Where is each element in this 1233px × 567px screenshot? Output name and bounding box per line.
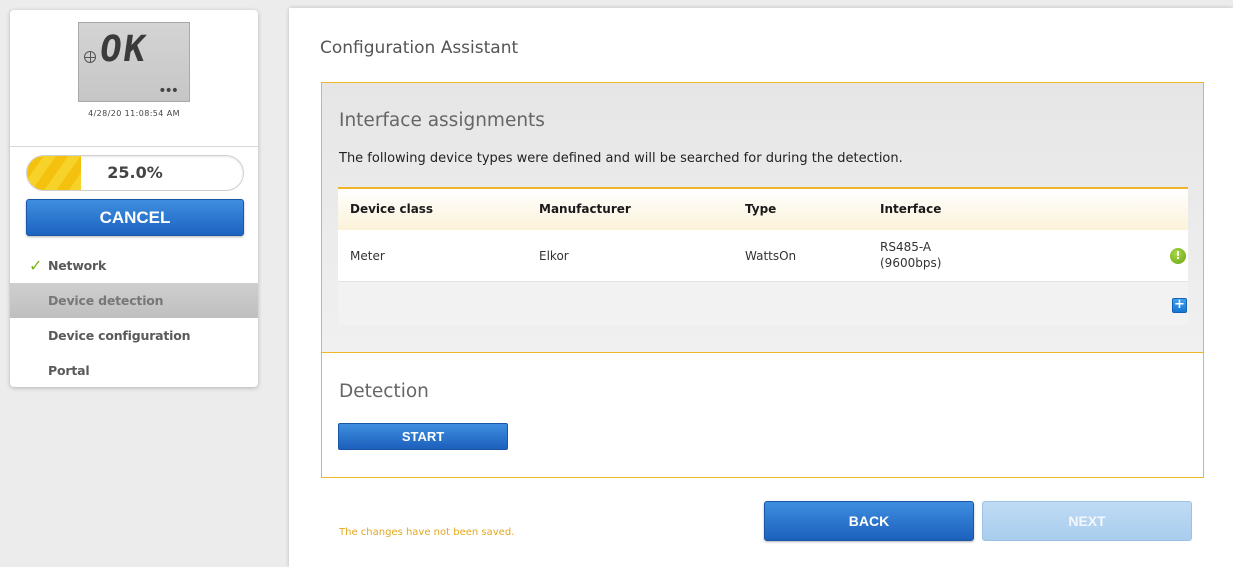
assistant-box: Interface assignments The following devi… — [321, 82, 1204, 478]
cell-manufacturer: Elkor — [539, 249, 569, 263]
column-manufacturer: Manufacturer — [539, 202, 631, 216]
step-network[interactable]: ✓ Network — [10, 248, 258, 283]
column-device-class: Device class — [350, 202, 434, 216]
check-icon: ✓ — [29, 256, 43, 275]
step-portal[interactable]: Portal — [10, 353, 258, 388]
start-button[interactable]: START — [338, 423, 508, 450]
cell-type: WattsOn — [745, 249, 797, 263]
interface-section: Interface assignments The following devi… — [322, 83, 1203, 353]
table-footer: + — [338, 282, 1188, 325]
steps-list: ✓ Network Device detection Device config… — [10, 248, 258, 388]
unsaved-notice: The changes have not been saved. — [339, 527, 515, 538]
table-header: Device class Manufacturer Type Interface — [338, 187, 1188, 230]
step-device-detection[interactable]: Device detection — [10, 283, 258, 318]
interface-description: The following device types were defined … — [339, 151, 903, 166]
column-interface: Interface — [880, 202, 942, 216]
cell-interface-line1: RS485-A — [880, 240, 932, 254]
table-row[interactable]: Meter Elkor WattsOn RS485-A (9600bps) ! — [338, 230, 1188, 282]
step-label: Device configuration — [48, 328, 191, 343]
sidebar-divider — [10, 146, 258, 147]
detection-heading: Detection — [339, 381, 429, 402]
page-title: Configuration Assistant — [320, 38, 519, 58]
globe-icon — [84, 51, 96, 63]
back-button[interactable]: BACK — [764, 501, 974, 541]
warning-icon[interactable]: ! — [1170, 248, 1186, 264]
add-icon[interactable]: + — [1172, 298, 1187, 313]
device-table: Device class Manufacturer Type Interface… — [338, 187, 1188, 325]
next-button[interactable]: NEXT — [982, 501, 1192, 541]
cell-interface-line2: (9600bps) — [880, 256, 942, 270]
lcd-status-text: OK — [97, 29, 151, 70]
lcd-dots: ••• — [158, 83, 179, 99]
step-device-configuration[interactable]: Device configuration — [10, 318, 258, 353]
cell-device-class: Meter — [350, 249, 385, 263]
column-type: Type — [745, 202, 777, 216]
step-label: Portal — [48, 363, 90, 378]
main-panel: Configuration Assistant Interface assign… — [289, 8, 1233, 567]
step-label: Network — [48, 258, 107, 273]
cancel-button[interactable]: CANCEL — [26, 199, 244, 236]
progress-bar: 25.0% — [26, 155, 244, 191]
lcd-datetime: 4/28/20 11:08:54 AM — [88, 109, 180, 118]
interface-heading: Interface assignments — [339, 110, 545, 131]
step-label: Device detection — [48, 293, 164, 308]
progress-label: 25.0% — [107, 163, 163, 182]
lcd-display: OK ••• — [78, 22, 190, 102]
